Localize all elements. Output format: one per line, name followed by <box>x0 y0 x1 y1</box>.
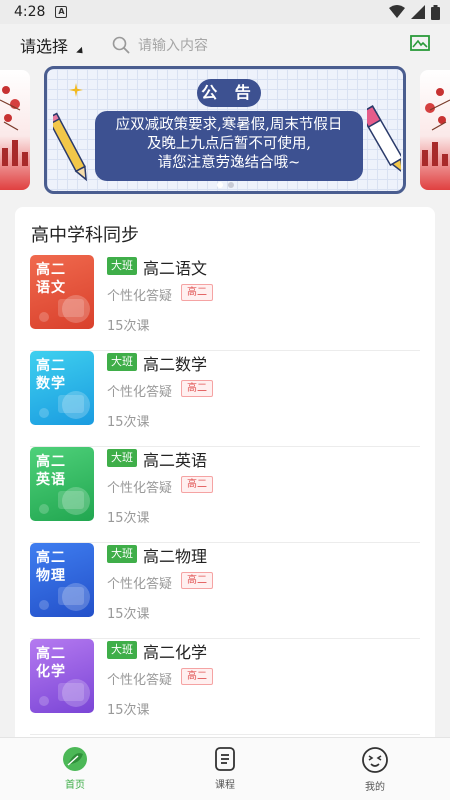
status-icons <box>389 4 440 20</box>
signal-icon <box>411 5 425 19</box>
course-cover-text: 高二 语文 <box>36 261 66 297</box>
tab-home[interactable]: 首页 <box>0 738 150 800</box>
section-title: 高中学科同步 <box>31 225 139 246</box>
bottom-nav: 首页 课程 我的 <box>0 737 450 800</box>
top-header: 请选择 请输入内容 <box>0 24 450 66</box>
course-desc: 个性化答疑 <box>107 289 173 304</box>
pencil-icon <box>53 112 87 182</box>
course-item[interactable]: 高二 数学 大班 高二数学 个性化答疑 高二 15次课 <box>30 351 420 447</box>
course-desc: 个性化答疑 <box>107 385 173 400</box>
status-time: 4:28 <box>14 4 46 20</box>
grade-tag: 高二 <box>181 668 213 685</box>
search-bar[interactable]: 请输入内容 <box>112 35 208 55</box>
course-cover-line-2: 物理 <box>36 568 66 584</box>
profile-face-icon <box>362 747 388 773</box>
class-type-badge: 大班 <box>107 449 137 467</box>
notice-line-2: 及晚上九点后暂不可使用, <box>146 136 312 152</box>
status-bar: 4:28 A <box>0 0 450 24</box>
banner-carousel[interactable]: 公 告 应双减政策要求,寒暑假,周末节假日 及晚上九点后暂不可使用, 请您注意劳… <box>0 66 450 198</box>
course-cover-text: 高二 数学 <box>36 357 66 393</box>
course-item[interactable]: 高二 物理 大班 高二物理 个性化答疑 高二 15次课 <box>30 543 420 639</box>
carousel-indicator <box>217 182 234 188</box>
tab-mine[interactable]: 我的 <box>300 738 450 800</box>
course-cover-line-2: 数学 <box>36 376 66 392</box>
tab-courses-label: 课程 <box>215 780 235 791</box>
course-name: 高二语文 <box>143 259 208 278</box>
course-cover-line-1: 高二 <box>36 454 66 470</box>
course-cover-text: 高二 物理 <box>36 549 66 585</box>
plum-blossom-icon <box>422 88 450 166</box>
search-icon <box>112 36 130 54</box>
course-section-card: 高中学科同步 高二 语文 大班 高二语文 个性化答疑 高二 15次课 高二 数学… <box>15 207 435 747</box>
plum-blossom-icon <box>0 86 28 166</box>
course-name: 高二物理 <box>143 547 208 566</box>
tab-mine-label: 我的 <box>365 782 385 793</box>
class-type-badge: 大班 <box>107 257 137 275</box>
course-name: 高二英语 <box>143 451 208 470</box>
star-icon <box>69 83 83 97</box>
lesson-count: 15次课 <box>107 607 150 622</box>
class-type-badge: 大班 <box>107 353 137 371</box>
course-desc: 个性化答疑 <box>107 577 173 592</box>
course-cover-line-1: 高二 <box>36 646 66 662</box>
grade-select[interactable]: 请选择 <box>20 33 86 57</box>
class-type-badge: 大班 <box>107 641 137 659</box>
course-cover-line-2: 英语 <box>36 472 66 488</box>
course-item[interactable]: 高二 英语 大班 高二英语 个性化答疑 高二 15次课 <box>30 447 420 543</box>
course-cover-line-1: 高二 <box>36 550 66 566</box>
notice-line-1: 应双减政策要求,寒暑假,周末节假日 <box>115 117 343 133</box>
dropdown-caret-icon <box>76 46 86 57</box>
course-cover-line-1: 高二 <box>36 358 66 374</box>
course-name: 高二数学 <box>143 355 208 374</box>
prev-slide-peek[interactable] <box>0 70 30 190</box>
next-slide-peek[interactable] <box>420 70 450 190</box>
lesson-count: 15次课 <box>107 511 150 526</box>
notice-banner[interactable]: 公 告 应双减政策要求,寒暑假,周末节假日 及晚上九点后暂不可使用, 请您注意劳… <box>44 66 406 194</box>
home-leaf-icon <box>63 747 87 771</box>
notification-icon: A <box>55 6 68 18</box>
lesson-count: 15次课 <box>107 703 150 718</box>
notice-line-3: 请您注意劳逸结合哦~ <box>157 155 301 171</box>
course-desc: 个性化答疑 <box>107 481 173 496</box>
course-cover: 高二 语文 <box>30 255 94 329</box>
notice-text: 应双减政策要求,寒暑假,周末节假日 及晚上九点后暂不可使用, 请您注意劳逸结合哦… <box>95 111 363 181</box>
tab-courses[interactable]: 课程 <box>150 738 300 800</box>
grade-select-label: 请选择 <box>20 37 69 56</box>
course-desc: 个性化答疑 <box>107 673 173 688</box>
tab-home-label: 首页 <box>65 780 85 791</box>
lesson-count: 15次课 <box>107 415 150 430</box>
lesson-count: 15次课 <box>107 319 150 334</box>
course-item[interactable]: 高二 语文 大班 高二语文 个性化答疑 高二 15次课 <box>30 255 420 351</box>
course-cover-line-2: 语文 <box>36 280 66 296</box>
image-icon[interactable] <box>410 35 430 51</box>
grade-tag: 高二 <box>181 476 213 493</box>
grade-tag: 高二 <box>181 380 213 397</box>
course-cover-line-2: 化学 <box>36 664 66 680</box>
course-cover: 高二 物理 <box>30 543 94 617</box>
course-cover: 高二 化学 <box>30 639 94 713</box>
course-name: 高二化学 <box>143 643 208 662</box>
course-cover-line-1: 高二 <box>36 262 66 278</box>
course-cover-text: 高二 化学 <box>36 645 66 681</box>
notice-badge: 公 告 <box>197 79 261 107</box>
course-cover-text: 高二 英语 <box>36 453 66 489</box>
course-item[interactable]: 高二 化学 大班 高二化学 个性化答疑 高二 15次课 <box>30 639 420 735</box>
marker-icon <box>367 105 401 174</box>
course-cover: 高二 数学 <box>30 351 94 425</box>
grade-tag: 高二 <box>181 284 213 301</box>
grade-tag: 高二 <box>181 572 213 589</box>
course-cover: 高二 英语 <box>30 447 94 521</box>
carousel-dot <box>228 182 234 188</box>
search-placeholder: 请输入内容 <box>138 38 209 54</box>
course-book-icon <box>215 747 235 771</box>
battery-icon <box>431 4 440 20</box>
wifi-icon <box>389 5 405 18</box>
class-type-badge: 大班 <box>107 545 137 563</box>
carousel-dot-active <box>217 182 223 188</box>
